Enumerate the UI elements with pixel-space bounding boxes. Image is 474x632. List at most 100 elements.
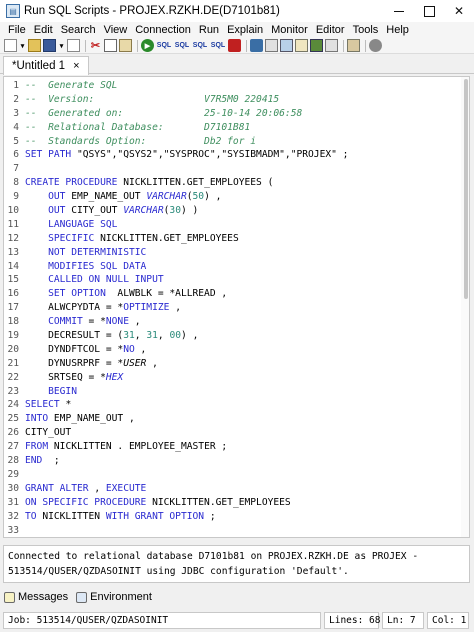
explain-icon[interactable] [250, 39, 263, 52]
menu-help[interactable]: Help [382, 24, 413, 36]
menu-tools[interactable]: Tools [349, 24, 383, 36]
tab-environment[interactable]: Environment [76, 591, 152, 603]
maximize-button[interactable] [414, 0, 444, 22]
code-token: OUT [25, 205, 72, 217]
cut-icon[interactable]: ✂ [89, 39, 102, 52]
code-line[interactable]: 3 -- Generated on: 25-10-14 20:06:58 [4, 107, 469, 121]
code-token: GRANT ALTER [25, 482, 95, 494]
menu-file[interactable]: File [4, 24, 30, 36]
run-selected-sql-icon[interactable]: SQL [174, 39, 190, 52]
dropdown-arrow-icon[interactable]: ▾ [58, 39, 65, 52]
close-window-button[interactable]: ✕ [444, 0, 474, 22]
code-line[interactable]: 31 ON SPECIFIC PROCEDURE NICKLITTEN.GET_E… [4, 496, 469, 510]
tree-icon[interactable] [310, 39, 323, 52]
code-line[interactable]: 21 DYNUSRPRF = *USER , [4, 357, 469, 371]
code-line[interactable]: 2 -- Version: V7R5M0 220415 [4, 93, 469, 107]
print-icon[interactable] [67, 39, 80, 52]
menu-search[interactable]: Search [57, 24, 100, 36]
run-all-icon[interactable]: ▶ [141, 39, 154, 52]
code-line[interactable]: 12 SPECIFIC NICKLITTEN.GET_EMPLOYEES [4, 232, 469, 246]
menu-run[interactable]: Run [195, 24, 223, 36]
code-token: EXECUTE [105, 482, 147, 494]
paste-icon[interactable] [119, 39, 132, 52]
code-line[interactable]: 18 COMMIT = *NONE , [4, 315, 469, 329]
copy-icon[interactable] [104, 39, 117, 52]
stop-icon[interactable] [228, 39, 241, 52]
tab-untitled-1[interactable]: *Untitled 1 × [3, 56, 89, 75]
save-icon[interactable] [43, 39, 56, 52]
monitor-icon[interactable] [280, 39, 293, 52]
code-token: DECRESULT = ( [25, 330, 124, 342]
code-token: NICKLITTEN . EMPLOYEE_MASTER ; [53, 441, 228, 453]
code-line[interactable]: 15 CALLED ON NULL INPUT [4, 273, 469, 287]
code-line[interactable]: 16 SET OPTION ALWBLK = *ALLREAD , [4, 287, 469, 301]
tab-messages[interactable]: Messages [4, 591, 68, 603]
code-token: -- Relational Database: D7101B81 [25, 121, 251, 133]
new-file-icon[interactable] [4, 39, 17, 52]
analyze-icon[interactable] [295, 39, 308, 52]
code-token: "QSYS","QSYS2","SYSPROC","SYSIBMADM","PR… [76, 149, 349, 161]
menu-view[interactable]: View [100, 24, 132, 36]
code-line[interactable]: 6 SET PATH "QSYS","QSYS2","SYSPROC","SYSI… [4, 148, 469, 162]
sql-editor[interactable]: 1 -- Generate SQL 2 -- Version: V7R5M0 2204… [3, 76, 470, 538]
code-line[interactable]: 22 SRTSEQ = *HEX [4, 371, 469, 385]
messages-console: Connected to relational database D7101b8… [3, 545, 470, 583]
insert-from-examples-icon[interactable] [347, 39, 360, 52]
toolbar-separator [246, 39, 247, 52]
dropdown-arrow-icon[interactable]: ▾ [19, 39, 26, 52]
code-token: CREATE PROCEDURE [25, 177, 124, 189]
menu-edit[interactable]: Edit [30, 24, 57, 36]
options-icon[interactable] [325, 39, 338, 52]
visual-explain-icon[interactable] [265, 39, 278, 52]
code-token: SPECIFIC [25, 232, 101, 244]
code-line[interactable]: 20 DYNDFTCOL = *NO , [4, 343, 469, 357]
code-line[interactable]: 13 NOT DETERMINISTIC [4, 246, 469, 260]
menu-monitor[interactable]: Monitor [267, 24, 312, 36]
run-sql-icon[interactable]: SQL [156, 39, 172, 52]
code-line[interactable]: 11 LANGUAGE SQL [4, 218, 469, 232]
code-line[interactable]: 1 -- Generate SQL [4, 79, 469, 93]
code-line[interactable]: 7 [4, 162, 469, 176]
menu-connection[interactable]: Connection [131, 24, 195, 36]
vertical-scrollbar[interactable] [461, 77, 469, 537]
line-number: 26 [7, 427, 19, 439]
code-token: NICKLITTEN.GET_EMPLOYEES [100, 232, 239, 244]
menu-editor[interactable]: Editor [312, 24, 349, 36]
code-line[interactable]: 23 BEGIN [4, 385, 469, 399]
line-number: 2 [13, 93, 19, 105]
code-token: CITY_OUT [25, 427, 72, 439]
menu-explain[interactable]: Explain [223, 24, 267, 36]
code-line[interactable]: 32 TO NICKLITTEN WITH GRANT OPTION ; [4, 510, 469, 524]
code-line[interactable]: 29 [4, 468, 469, 482]
code-line[interactable]: 5 -- Standards Option: Db2 for i [4, 135, 469, 149]
code-line[interactable]: 26 CITY_OUT [4, 426, 469, 440]
code-token: , [157, 330, 170, 342]
code-line[interactable]: 24 SELECT * [4, 398, 469, 412]
code-line[interactable]: 33 [4, 524, 469, 538]
code-line[interactable]: 17 ALWCPYDTA = *OPTIMIZE , [4, 301, 469, 315]
code-line[interactable]: 9 OUT EMP_NAME_OUT VARCHAR(50) , [4, 190, 469, 204]
code-line[interactable]: 30 GRANT ALTER , EXECUTE [4, 482, 469, 496]
line-number: 4 [13, 121, 19, 133]
code-line[interactable]: 25 INTO EMP_NAME_OUT , [4, 412, 469, 426]
open-folder-icon[interactable] [28, 39, 41, 52]
code-line[interactable]: 8 CREATE PROCEDURE NICKLITTEN.GET_EMPLOYE… [4, 176, 469, 190]
run-from-cursor-sql-icon[interactable]: SQL [192, 39, 208, 52]
status-bar: Job: 513514/QUSER/QZDASOINIT Lines: 68 L… [0, 608, 474, 632]
close-tab-icon[interactable]: × [73, 60, 79, 72]
minimize-button[interactable] [384, 0, 414, 22]
code-text: -- Generate SQL [25, 79, 117, 93]
code-token: = * [82, 316, 106, 328]
scrollbar-thumb[interactable] [464, 79, 468, 299]
code-line[interactable]: 28 END ; [4, 454, 469, 468]
code-line[interactable]: 4 -- Relational Database: D7101B81 [4, 121, 469, 135]
code-line[interactable]: 14 MODIFIES SQL DATA [4, 260, 469, 274]
code-line[interactable]: 27 FROM NICKLITTEN . EMPLOYEE_MASTER ; [4, 440, 469, 454]
code-token: TO [25, 510, 43, 522]
code-line[interactable]: 19 DECRESULT = (31, 31, 00) , [4, 329, 469, 343]
console-message-line: 513514/QUSER/QZDASOINIT using JDBC confi… [8, 566, 349, 577]
explain-sql-icon[interactable]: SQL [210, 39, 226, 52]
code-line[interactable]: 10 OUT CITY_OUT VARCHAR(30) ) [4, 204, 469, 218]
tab-messages-label: Messages [18, 591, 69, 603]
database-icon[interactable] [369, 39, 382, 52]
